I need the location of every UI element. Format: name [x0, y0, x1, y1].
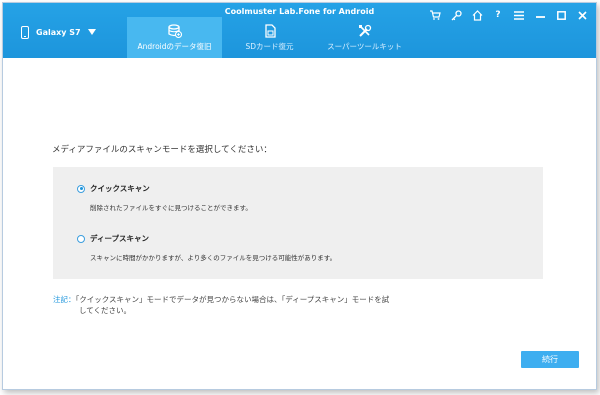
- main-content: メディアファイルのスキャンモードを選択してください： クイックスキャン 削除され…: [3, 58, 596, 389]
- note-text-line1: 「クイックスキャン」モードでデータが見つからない場合は、「ディープスキャン」モー…: [75, 295, 390, 304]
- continue-button[interactable]: 続行: [521, 351, 579, 368]
- close-icon[interactable]: [576, 9, 588, 21]
- note-label: 注記：: [53, 295, 76, 304]
- scan-note: 注記：「クイックスキャン」モードでデータが見つからない場合は、「ディープスキャン…: [53, 294, 389, 316]
- sd-card-icon: [264, 23, 276, 42]
- quick-scan-description: 削除されたファイルをすぐに見つけることができます。: [90, 204, 252, 212]
- deep-scan-option: ディープスキャン スキャンに時間がかかりますが、より多くのファイルを見つける可能…: [77, 233, 336, 262]
- maximize-icon[interactable]: [555, 9, 567, 21]
- scan-mode-prompt: メディアファイルのスキャンモードを選択してください：: [52, 145, 272, 155]
- title-bar: Coolmuster Lab.Fone for Android Galaxy S…: [3, 3, 596, 58]
- device-name: Galaxy S7: [36, 27, 81, 37]
- deep-scan-radio-row[interactable]: ディープスキャン: [77, 233, 336, 244]
- phone-icon: [21, 25, 29, 39]
- database-restore-icon: [167, 23, 182, 42]
- quick-scan-radio-row[interactable]: クイックスキャン: [77, 183, 252, 194]
- deep-scan-title: ディープスキャン: [90, 234, 150, 243]
- help-icon[interactable]: ?: [492, 9, 504, 21]
- tab-android-recovery[interactable]: Androidのデータ復旧: [127, 17, 222, 58]
- tab-android-recovery-label: Androidのデータ復旧: [137, 42, 212, 51]
- tab-super-toolkit[interactable]: スーパーツールキット: [317, 17, 412, 58]
- chevron-down-icon: [87, 29, 96, 35]
- scan-options-panel: クイックスキャン 削除されたファイルをすぐに見つけることができます。 ディープス…: [53, 167, 543, 279]
- note-text-line2: してください。: [79, 306, 132, 315]
- tools-icon: [358, 23, 372, 42]
- tab-sd-card-recovery[interactable]: SDカード復元: [222, 17, 317, 58]
- window-controls: ?: [429, 9, 588, 21]
- deep-scan-description: スキャンに時間がかかりますが、より多くのファイルを見つける可能性があります。: [90, 254, 337, 262]
- cart-icon[interactable]: [429, 9, 441, 21]
- deep-scan-radio[interactable]: [77, 234, 85, 243]
- quick-scan-option: クイックスキャン 削除されたファイルをすぐに見つけることができます。: [77, 183, 252, 212]
- minimize-icon[interactable]: [534, 9, 546, 21]
- home-icon[interactable]: [471, 9, 483, 21]
- tab-bar: Androidのデータ復旧 SDカード復元 スーパーツールキット: [127, 17, 412, 58]
- device-selector[interactable]: Galaxy S7: [21, 24, 96, 40]
- quick-scan-title: クイックスキャン: [90, 184, 150, 193]
- tab-super-toolkit-label: スーパーツールキット: [327, 42, 402, 51]
- quick-scan-radio[interactable]: [77, 184, 85, 193]
- tab-sd-card-recovery-label: SDカード復元: [245, 42, 294, 51]
- menu-icon[interactable]: [513, 9, 525, 21]
- key-icon[interactable]: [450, 9, 462, 21]
- app-window: Coolmuster Lab.Fone for Android Galaxy S…: [2, 2, 597, 390]
